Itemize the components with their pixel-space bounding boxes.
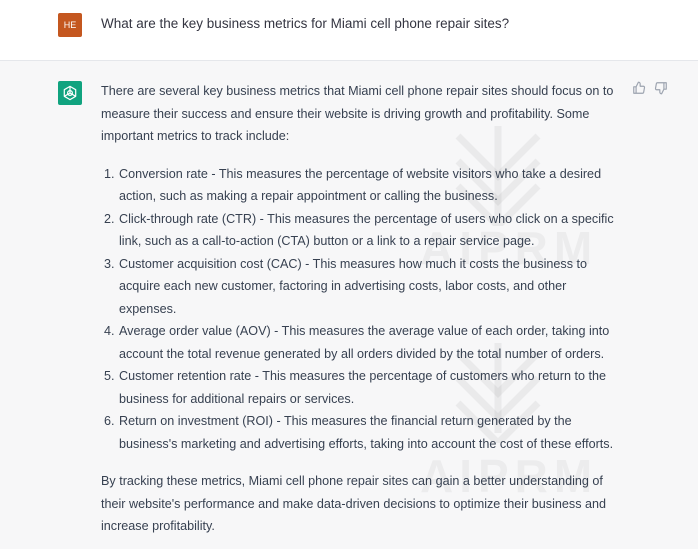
user-avatar: HE (58, 13, 82, 37)
thumbs-down-icon[interactable] (654, 81, 668, 95)
list-item: Customer retention rate - This measures … (118, 365, 626, 410)
user-initials: HE (63, 20, 77, 30)
list-item: Average order value (AOV) - This measure… (118, 320, 626, 365)
user-message-text: What are the key business metrics for Mi… (101, 16, 510, 31)
assistant-reply: There are several key business metrics t… (101, 80, 626, 538)
reply-conclusion: By tracking these metrics, Miami cell ph… (101, 474, 607, 533)
openai-logo-icon (63, 85, 77, 101)
assistant-avatar (58, 81, 82, 105)
user-message-row: HE What are the key business metrics for… (0, 0, 698, 61)
assistant-message-row: AIPRM AIPRM There are several key busine… (0, 61, 698, 549)
list-item: Return on investment (ROI) - This measur… (118, 410, 626, 455)
thumbs-up-icon[interactable] (632, 81, 646, 95)
list-item: Click-through rate (CTR) - This measures… (118, 208, 626, 253)
reply-intro: There are several key business metrics t… (101, 84, 614, 143)
metrics-list: Conversion rate - This measures the perc… (101, 163, 626, 456)
list-item: Conversion rate - This measures the perc… (118, 163, 626, 208)
list-item: Customer acquisition cost (CAC) - This m… (118, 253, 626, 321)
